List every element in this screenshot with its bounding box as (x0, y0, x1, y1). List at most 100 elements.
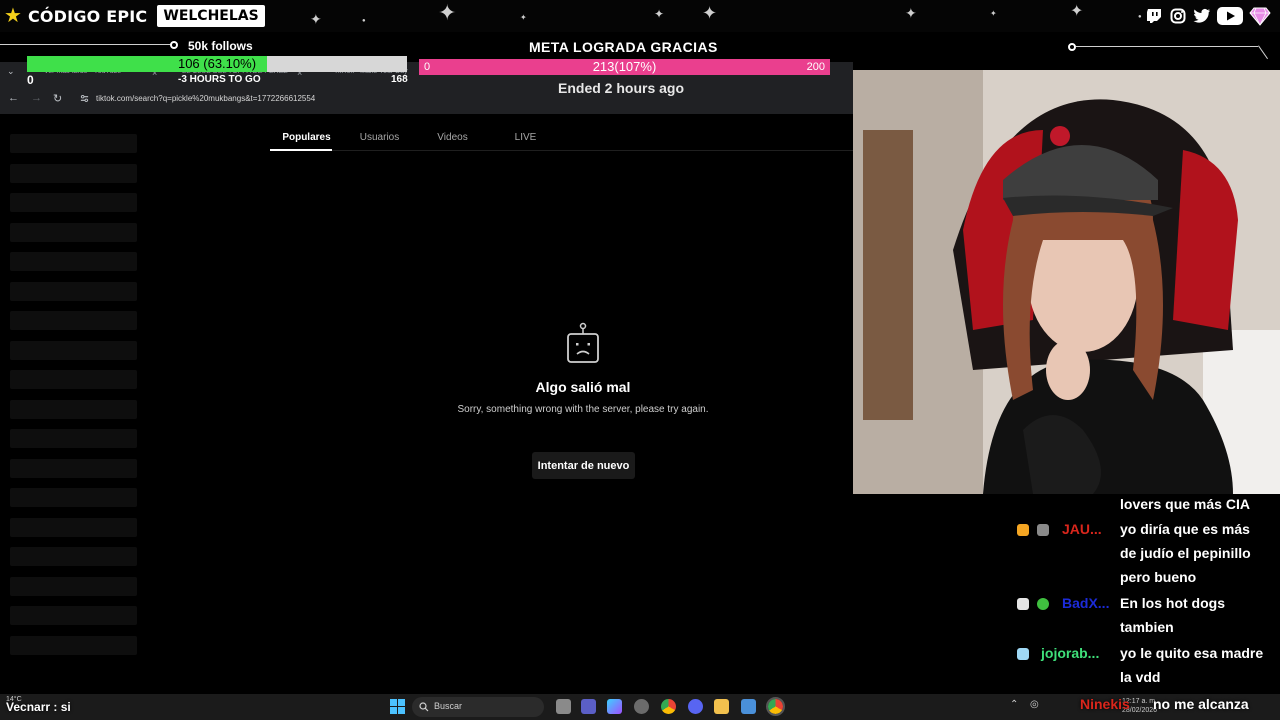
sad-robot-icon (567, 322, 599, 363)
tab-videos[interactable]: Videos (416, 132, 489, 152)
copilot-tray-icon[interactable]: ◎ (1030, 699, 1039, 710)
meta-goal-ended: Ended 2 hours ago (558, 80, 685, 96)
address-bar-row: ← → ↻ tiktok.com/search?q=pickle%20mukba… (0, 90, 853, 112)
skeleton-row (10, 222, 137, 242)
chat-message: tambien (1120, 619, 1174, 635)
skeleton-row (10, 399, 137, 419)
search-placeholder: Buscar (434, 701, 463, 711)
goal-dot (1068, 43, 1076, 51)
follow-goal-label: 50k follows (188, 39, 253, 53)
back-icon[interactable]: ← (8, 92, 19, 104)
skeleton-row (10, 547, 137, 566)
retry-button[interactable]: Intentar de nuevo (532, 452, 635, 479)
brand-logo: ★ CÓDIGO EPIC WELCHELAS (4, 4, 265, 28)
chat-message: yo diría que es más (1120, 521, 1250, 537)
webcam-feed (853, 70, 1280, 494)
star-icon: ✦ (702, 3, 718, 23)
meta-goal-title: META LOGRADA GRACIAS (529, 39, 718, 55)
windows-start-icon[interactable] (390, 699, 405, 714)
star-icon: ✦ (1070, 3, 1084, 20)
star-icon: ✦ (310, 11, 322, 27)
badge-icon (1037, 524, 1049, 536)
skeleton-row (10, 311, 137, 330)
chrome-icon[interactable] (661, 699, 676, 714)
reload-icon[interactable]: ↻ (53, 92, 62, 105)
diamond-icon (1248, 6, 1272, 26)
taskbar-search[interactable]: Buscar (412, 697, 544, 717)
meta-goal-max: 200 (806, 61, 825, 73)
tab-list-icon[interactable]: ⌄ (7, 66, 15, 77)
skeleton-row (10, 134, 137, 153)
forward-icon[interactable]: → (31, 92, 42, 104)
chat-message: la vdd (1120, 669, 1161, 685)
chrome-icon[interactable] (766, 697, 785, 716)
teams-icon[interactable] (581, 699, 596, 714)
star-icon: ✦ (990, 9, 997, 18)
search-icon (419, 702, 429, 712)
skeleton-row (10, 163, 137, 183)
skeleton-row (10, 281, 137, 301)
error-subtitle: Sorry, something wrong with the server, … (457, 404, 709, 415)
goal-divider (0, 44, 172, 45)
copilot-icon[interactable] (607, 699, 622, 714)
file-explorer-icon[interactable] (714, 699, 729, 714)
discord-icon[interactable] (688, 699, 703, 714)
social-icons (1144, 6, 1272, 26)
twitch-icon (1144, 6, 1164, 26)
skeleton-row (10, 517, 137, 537)
star-icon: ● (1138, 14, 1142, 20)
chat-username[interactable]: Ninekis (1080, 696, 1130, 712)
brand-sponsor: WELCHELAS (157, 5, 265, 27)
tab-live[interactable]: LIVE (489, 132, 562, 152)
chat-message: lovers que más CIA (1120, 496, 1250, 512)
tiktok-page: Populares Usuarios Videos LIVE Algo sali… (0, 114, 853, 694)
meta-goal-value: 213(107%) (592, 59, 657, 74)
active-tab-indicator (270, 149, 332, 151)
skeleton-row (10, 193, 137, 212)
chat-message: yo le quito esa madre (1120, 645, 1264, 661)
skeleton-row (10, 252, 137, 271)
chat-username[interactable]: BadX... (1062, 595, 1109, 611)
goal-dot (170, 41, 178, 49)
instagram-icon (1168, 6, 1188, 26)
skeleton-row (10, 606, 137, 625)
chat-message: de judío el pepinillo (1120, 545, 1251, 561)
meta-goal-bar: 0 213(107%) 200 (419, 59, 830, 75)
chat-username[interactable]: jojorab... (1041, 645, 1099, 661)
star-icon: ✦ (654, 7, 665, 21)
follow-goal-max: 168 (391, 74, 408, 85)
mail-icon[interactable] (741, 699, 756, 714)
tray-chevron-icon[interactable]: ⌃ (1010, 699, 1018, 710)
stream-chat: lovers que más CIA JAU... yo diría que e… (1010, 494, 1280, 720)
badge-icon (1017, 598, 1029, 610)
follow-goal-bar: 106 (63.10%) (27, 56, 407, 72)
error-title: Algo salió mal (535, 379, 631, 395)
goal-divider (1076, 46, 1258, 47)
skeleton-row (10, 635, 137, 655)
skeleton-row (10, 458, 137, 478)
skeleton-row (10, 340, 137, 360)
skeleton-row (10, 370, 137, 389)
skeleton-row (10, 576, 137, 596)
chat-message: En los hot dogs (1120, 595, 1225, 611)
follow-goal-countdown: -3 HOURS TO GO (178, 74, 261, 85)
stream-top-banner: ✦ ✦ ● ✦ ✦ ✦ ✦ ✦ ✦ ✦ ● ★ CÓDIGO EPIC WELC… (0, 0, 1280, 32)
site-info-icon[interactable] (80, 94, 89, 103)
url-field[interactable]: tiktok.com/search?q=pickle%20mukbangs&t=… (96, 94, 315, 103)
badge-icon (1017, 648, 1029, 660)
star-icon: ✦ (520, 13, 527, 22)
badge-icon (1017, 524, 1029, 536)
skeleton-row (10, 429, 137, 448)
badge-icon (1037, 598, 1049, 610)
chat-username[interactable]: JAU... (1062, 521, 1102, 537)
follow-goal-value: 106 (63.10%) (177, 56, 257, 71)
star-icon: ✦ (438, 0, 457, 25)
youtube-icon (1216, 6, 1244, 26)
task-view-icon[interactable] (556, 699, 571, 714)
skeleton-row (10, 488, 137, 507)
chat-message: pero bueno (1120, 569, 1197, 585)
tabs-divider (270, 150, 853, 151)
brand-name: CÓDIGO EPIC (27, 6, 148, 26)
tab-usuarios[interactable]: Usuarios (343, 132, 416, 152)
settings-icon[interactable] (634, 699, 649, 714)
